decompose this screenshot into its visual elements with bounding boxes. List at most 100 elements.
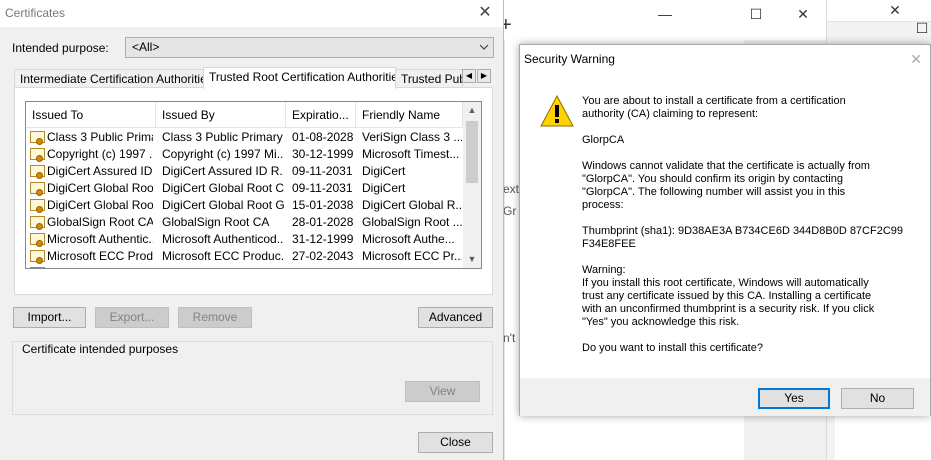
cell-issued-by: Microsoft ECC TS Roo...	[162, 265, 284, 268]
cell-expiration: 27-02-2043	[292, 265, 354, 268]
column-friendly-name[interactable]: Friendly Name	[356, 102, 463, 128]
advanced-button[interactable]: Advanced	[418, 307, 493, 328]
certificate-icon	[30, 199, 45, 213]
validation-text-line: process:	[582, 199, 624, 211]
no-button[interactable]: No	[841, 388, 914, 409]
tab-panel: Issued To Issued By Expiratio... Friendl…	[14, 87, 493, 295]
cell-expiration: 31-12-1999	[292, 232, 354, 246]
cell-friendly-name: Microsoft Timest...	[362, 147, 460, 161]
cell-friendly-name: VeriSign Class 3 ...	[362, 130, 462, 144]
intended-purpose-select[interactable]: <All>	[125, 37, 494, 58]
dialog-footer: Yes No	[520, 378, 930, 416]
table-row[interactable]: Microsoft ECC TS R... Microsoft ECC TS Ro…	[26, 265, 463, 268]
certificate-icon	[30, 233, 45, 247]
certificate-icon	[30, 250, 45, 264]
close-icon[interactable]: ✕	[910, 51, 922, 68]
cell-expiration: 01-08-2028	[292, 130, 354, 144]
warning-intro-line: authority (CA) claiming to represent:	[582, 108, 759, 120]
background-text-fragment: n't	[503, 331, 516, 345]
validation-text-line: "GlorpCA". The following number will ass…	[582, 186, 846, 198]
list-rows: Class 3 Public Prima... Class 3 Public Pr…	[26, 129, 463, 268]
tab-strip: Intermediate Certification Authorities T…	[14, 67, 494, 89]
certificate-icon	[30, 182, 45, 196]
security-warning-dialog: Security Warning ✕ You are about to inst…	[519, 44, 931, 416]
window2-close-icon[interactable]: ✕	[875, 2, 915, 19]
cell-friendly-name: Microsoft ECC Pr...	[362, 249, 462, 263]
cell-issued-by: Microsoft Authenticod...	[162, 232, 284, 246]
tab-scroll-right-icon[interactable]: ▶	[477, 69, 491, 83]
certificate-list[interactable]: Issued To Issued By Expiratio... Friendl…	[25, 101, 482, 269]
vertical-scrollbar[interactable]: ▲ ▼	[463, 102, 481, 268]
table-row[interactable]: DigiCert Assured ID... DigiCert Assured I…	[26, 163, 463, 180]
cell-issued-to: Class 3 Public Prima...	[47, 130, 153, 144]
cell-friendly-name: GlobalSign Root ...	[362, 215, 462, 229]
background-text-fragment: ext	[503, 182, 520, 196]
cell-friendly-name: DigiCert Global R...	[362, 198, 462, 212]
background-text-fragment: Gr	[503, 204, 517, 218]
tab-scroll-left-icon[interactable]: ◀	[462, 69, 476, 83]
column-issued-by[interactable]: Issued By	[156, 102, 286, 128]
table-row[interactable]: Microsoft Authentic... Microsoft Authenti…	[26, 231, 463, 248]
cell-expiration: 27-02-2043	[292, 249, 354, 263]
cell-expiration: 09-11-2031	[292, 181, 353, 195]
warning-text-line: If you install this root certificate, Wi…	[582, 277, 869, 289]
cell-issued-by: DigiCert Assured ID R...	[162, 164, 284, 178]
cell-issued-by: DigiCert Global Root CA	[162, 181, 284, 195]
cell-issued-by: Class 3 Public Primary ...	[162, 130, 284, 144]
table-row[interactable]: Copyright (c) 1997 ... Copyright (c) 1997…	[26, 146, 463, 163]
table-row[interactable]: Class 3 Public Prima... Class 3 Public Pr…	[26, 129, 463, 146]
dialog-title: Security Warning	[524, 52, 615, 66]
list-header: Issued To Issued By Expiratio... Friendl…	[26, 102, 463, 128]
certificates-dialog: Certificates ✕ Intended purpose: <All> I…	[0, 0, 504, 460]
cell-issued-to: Microsoft ECC TS R...	[47, 265, 153, 268]
close-button[interactable]: Close	[418, 432, 493, 453]
dialog-title: Certificates	[5, 6, 66, 20]
cell-issued-to: Microsoft ECC Prod...	[47, 249, 153, 263]
cell-issued-by: GlobalSign Root CA	[162, 215, 270, 229]
table-row[interactable]: DigiCert Global Roo... DigiCert Global Ro…	[26, 197, 463, 214]
maximize-icon[interactable]: ☐	[736, 6, 776, 23]
table-row[interactable]: DigiCert Global Roo... DigiCert Global Ro…	[26, 180, 463, 197]
scroll-thumb[interactable]	[466, 121, 478, 183]
import-button[interactable]: Import...	[13, 307, 86, 328]
window2-maximize-icon[interactable]: ☐	[902, 20, 931, 37]
cell-issued-to: Copyright (c) 1997 ...	[47, 147, 153, 161]
close-icon[interactable]: ✕	[473, 3, 497, 23]
scroll-up-icon[interactable]: ▲	[463, 102, 481, 119]
table-row[interactable]: Microsoft ECC Prod... Microsoft ECC Produ…	[26, 248, 463, 265]
close-icon[interactable]: ✕	[783, 6, 823, 23]
column-expiration[interactable]: Expiratio...	[286, 102, 356, 128]
title-bar: Certificates ✕	[0, 0, 503, 27]
certificate-icon	[30, 216, 45, 230]
tab-trusted-root-ca[interactable]: Trusted Root Certification Authorities	[203, 67, 396, 89]
cell-issued-by: Microsoft ECC Produc...	[162, 249, 284, 263]
certificate-icon	[30, 148, 45, 162]
column-issued-to[interactable]: Issued To	[26, 102, 156, 128]
table-row[interactable]: GlobalSign Root CA GlobalSign Root CA 28-0…	[26, 214, 463, 231]
install-question: Do you want to install this certificate?	[582, 342, 763, 354]
thumbprint-line: Thumbprint (sha1): 9D38AE3A B734CE6D 344…	[582, 225, 904, 237]
cell-expiration: 09-11-2031	[292, 164, 353, 178]
cell-issued-to: DigiCert Assured ID...	[47, 164, 153, 178]
cell-friendly-name: Microsoft Authe...	[362, 232, 455, 246]
cell-expiration: 28-01-2028	[292, 215, 354, 229]
view-button[interactable]: View	[405, 381, 480, 402]
scroll-down-icon[interactable]: ▼	[463, 251, 481, 268]
warning-text-line: "Yes" you acknowledge this risk.	[582, 316, 740, 328]
tab-label: Intermediate Certification Authorities	[20, 72, 204, 86]
remove-button[interactable]: Remove	[178, 307, 252, 328]
certificate-icon	[30, 267, 45, 268]
warning-text-line: trust any certificate issued by this CA.…	[582, 290, 872, 302]
tab-label: Trusted Root Certification Authorities	[209, 70, 396, 84]
cell-issued-by: Copyright (c) 1997 Mi...	[162, 147, 284, 161]
ca-name: GlorpCA	[582, 134, 625, 146]
tab-intermediate-ca[interactable]: Intermediate Certification Authorities	[14, 69, 204, 88]
minimize-icon[interactable]: —	[645, 6, 685, 22]
warning-icon	[540, 94, 574, 127]
tab-trusted-publishers[interactable]: Trusted Publ	[395, 69, 463, 88]
cell-issued-to: GlobalSign Root CA	[47, 215, 153, 229]
export-button[interactable]: Export...	[95, 307, 169, 328]
cell-issued-by: DigiCert Global Root G2	[162, 198, 284, 212]
yes-button[interactable]: Yes	[758, 388, 830, 409]
warning-intro-line: You are about to install a certificate f…	[582, 95, 846, 107]
